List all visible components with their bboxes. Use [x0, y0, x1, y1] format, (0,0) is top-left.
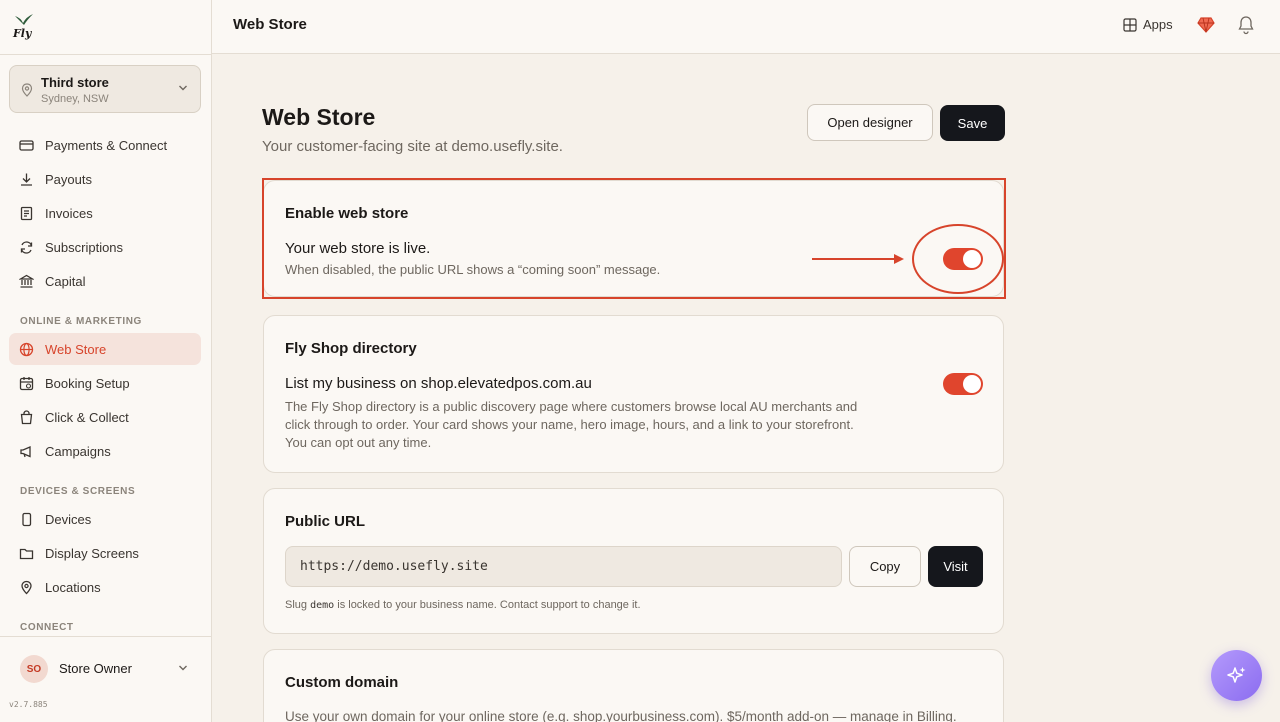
directory-desc-line-2: click through to order. Your card shows …	[285, 417, 854, 432]
sidebar-item-label: Booking Setup	[45, 375, 130, 391]
save-button[interactable]: Save	[940, 105, 1005, 141]
visit-button[interactable]: Visit	[928, 546, 983, 587]
annotation-circle	[912, 224, 1004, 294]
web-store-status-desc: When disabled, the public URL shows a “c…	[285, 262, 661, 277]
svg-text:Fly: Fly	[12, 27, 33, 40]
ai-assistant-button[interactable]	[1211, 650, 1262, 701]
sidebar-item-label: Locations	[45, 579, 101, 595]
section-label-online-marketing: ONLINE & MARKETING	[20, 316, 142, 327]
public-url-card: Public URL https://demo.usefly.site Copy…	[263, 488, 1004, 634]
globe-icon	[19, 342, 34, 356]
sidebar-item-label: Web Store	[45, 341, 107, 357]
sidebar-item-label: Display Screens	[45, 545, 139, 561]
custom-domain-desc-end: .	[952, 709, 957, 722]
sidebar-item-booking-setup[interactable]: Booking Setup	[9, 367, 201, 399]
store-location: Sydney, NSW	[41, 93, 109, 105]
card-title: Fly Shop directory	[285, 340, 417, 357]
card-icon	[19, 139, 34, 151]
topbar-title: Web Store	[233, 16, 307, 33]
annotation-arrow-icon	[812, 254, 904, 264]
sidebar-item-label: Capital	[45, 273, 86, 289]
card-title: Public URL	[285, 513, 366, 530]
bag-icon	[20, 409, 33, 424]
page-subtitle: Your customer-facing site at demo.usefly…	[262, 138, 563, 155]
user-name[interactable]: Store Owner	[59, 661, 132, 676]
custom-domain-card: Custom domain Use your own domain for yo…	[263, 649, 1004, 722]
pin-icon	[21, 83, 33, 97]
folder-icon	[19, 548, 34, 559]
phone-icon	[22, 512, 32, 526]
directory-desc-line-1: The Fly Shop directory is a public disco…	[285, 399, 858, 414]
top-bar: Web Store Apps	[212, 0, 1280, 54]
download-icon	[21, 173, 32, 186]
chevron-down-icon[interactable]	[178, 664, 188, 672]
store-selector[interactable]: Third store Sydney, NSW	[9, 65, 201, 113]
invoice-icon	[20, 206, 33, 220]
sidebar-item-label: Click & Collect	[45, 409, 129, 425]
sidebar-item-label: Campaigns	[45, 443, 111, 459]
sidebar-item-devices[interactable]: Devices	[9, 503, 201, 535]
slug-note-prefix: Slug	[285, 599, 308, 611]
sidebar-item-display-screens[interactable]: Display Screens	[9, 537, 201, 569]
enable-web-store-card: Enable web store Your web store is live.…	[263, 180, 1004, 297]
sidebar-item-invoices[interactable]: Invoices	[9, 197, 201, 229]
sidebar-item-label: Devices	[45, 511, 92, 527]
sparkle-icon	[1226, 666, 1245, 683]
sidebar-item-payouts[interactable]: Payouts	[9, 163, 201, 195]
fly-shop-directory-card: Fly Shop directory List my business on s…	[263, 315, 1004, 473]
avatar[interactable]: SO	[20, 655, 48, 683]
slug-note: Slug demo is locked to your business nam…	[285, 599, 641, 611]
section-label-devices-screens: DEVICES & SCREENS	[20, 486, 136, 497]
apps-label: Apps	[1143, 17, 1173, 32]
sidebar-item-label: Invoices	[45, 205, 93, 221]
grid-icon	[1123, 17, 1137, 32]
bank-icon	[19, 274, 34, 288]
refresh-icon	[20, 240, 33, 254]
toggle-knob	[963, 375, 981, 393]
gem-icon[interactable]	[1197, 16, 1215, 34]
copy-button[interactable]: Copy	[849, 546, 921, 587]
sidebar-item-locations[interactable]: Locations	[9, 571, 201, 603]
directory-desc-line-3: You can opt out any time.	[285, 435, 432, 450]
web-store-status: Your web store is live.	[285, 240, 431, 257]
card-title: Custom domain	[285, 674, 399, 691]
card-title: Enable web store	[285, 205, 409, 222]
public-url-field[interactable]: https://demo.usefly.site	[285, 546, 842, 587]
sidebar-item-campaigns[interactable]: Campaigns	[9, 435, 201, 467]
sidebar-item-click-collect[interactable]: Click & Collect	[9, 401, 201, 433]
slug-value: demo	[310, 600, 335, 611]
sidebar-item-label: Subscriptions	[45, 239, 124, 255]
sidebar-item-label: Payments & Connect	[45, 137, 168, 153]
page-title: Web Store	[262, 104, 376, 130]
apps-button[interactable]: Apps	[1123, 17, 1173, 32]
version-label: v2.7.885	[9, 700, 48, 709]
sidebar-item-capital[interactable]: Capital	[9, 265, 201, 297]
sidebar-divider	[0, 636, 212, 637]
sidebar-divider	[0, 54, 212, 55]
section-label-connect: CONNECT	[20, 622, 74, 633]
custom-domain-desc-text: Use your own domain for your online stor…	[285, 709, 914, 722]
fly-logo[interactable]: Fly	[12, 12, 36, 40]
sidebar: Fly Third store Sydney, NSW Payments & C…	[0, 0, 212, 722]
directory-listing-toggle[interactable]	[943, 373, 983, 395]
sidebar-item-web-store[interactable]: Web Store	[9, 333, 201, 365]
store-name: Third store	[41, 75, 109, 90]
sidebar-item-label: Payouts	[45, 171, 92, 187]
slug-note-suffix: is locked to your business name. Contact…	[337, 599, 641, 611]
sidebar-item-payments[interactable]: Payments & Connect	[9, 129, 201, 161]
directory-heading: List my business on shop.elevatedpos.com…	[285, 375, 592, 392]
billing-link[interactable]: Billing	[917, 709, 953, 722]
calendar-icon	[19, 376, 34, 390]
chevron-down-icon	[179, 85, 187, 91]
pin-icon	[21, 580, 32, 594]
bell-icon[interactable]	[1237, 15, 1255, 35]
open-designer-button[interactable]: Open designer	[807, 104, 933, 141]
custom-domain-desc: Use your own domain for your online stor…	[285, 708, 957, 722]
megaphone-icon	[20, 445, 31, 457]
sidebar-item-subscriptions[interactable]: Subscriptions	[9, 231, 201, 263]
